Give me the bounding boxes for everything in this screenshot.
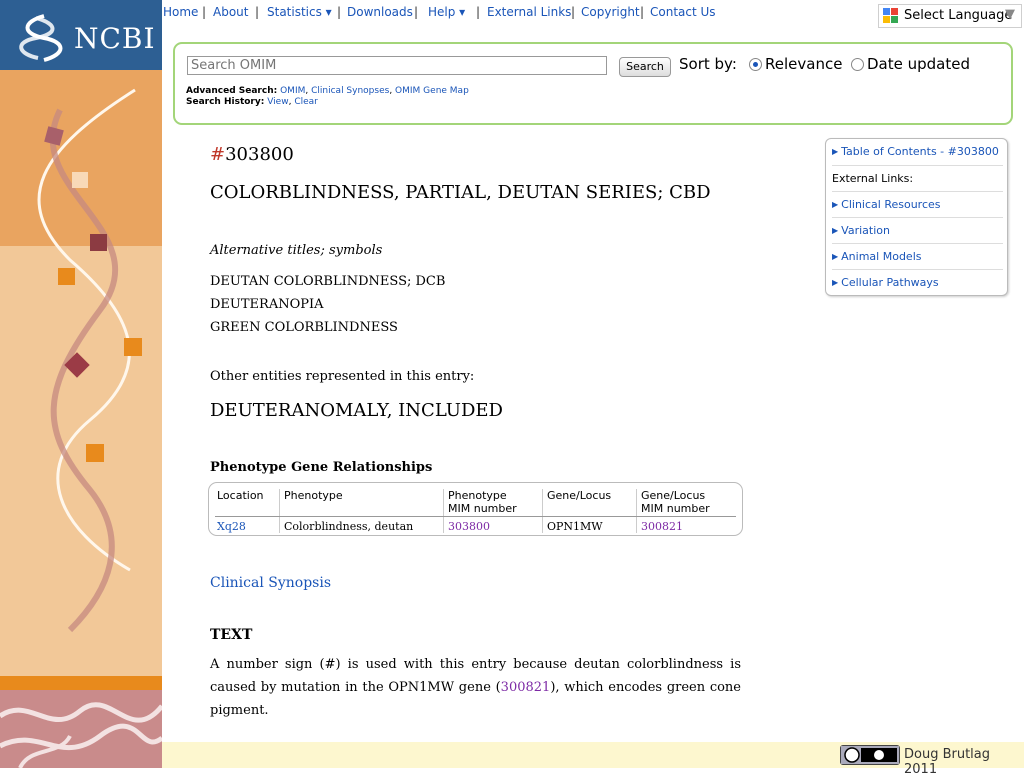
toc-table-of-contents[interactable]: ▶ Table of Contents - #303800 <box>832 139 1003 165</box>
patterned-footer-art <box>0 676 162 768</box>
ncbi-logo[interactable]: NCBI <box>0 0 162 70</box>
slide-footer: Doug Brutlag 2011 <box>162 742 1024 777</box>
text-section-heading: TEXT <box>210 627 253 643</box>
sort-by-label: Sort by: <box>679 55 737 73</box>
column-divider <box>636 489 637 533</box>
toc-external-links-label: External Links: <box>832 165 1003 192</box>
creative-commons-icon <box>840 745 900 765</box>
included-entity: DEUTERANOMALY, INCLUDED <box>210 400 503 421</box>
triangle-right-icon: ▶ <box>832 278 839 287</box>
history-clear-link[interactable]: Clear <box>294 97 318 107</box>
column-header: Location <box>217 489 264 502</box>
toc-variation[interactable]: ▶ Variation <box>832 217 1003 244</box>
text-section-body: A number sign (#) is used with this entr… <box>210 653 741 722</box>
search-input[interactable] <box>187 56 607 75</box>
column-header: Gene/Locus <box>547 489 612 502</box>
other-entities-heading: Other entities represented in this entry… <box>210 369 475 384</box>
dropdown-arrow-icon: ▼ <box>1005 7 1015 22</box>
advanced-gene-map-link[interactable]: OMIM Gene Map <box>395 86 469 96</box>
header-rule <box>215 516 736 517</box>
sort-date-updated-radio[interactable] <box>851 58 864 71</box>
search-button[interactable]: Search <box>619 57 671 77</box>
dna-strand-illustration <box>0 70 162 633</box>
nav-separator: | <box>476 5 481 19</box>
advanced-clinical-synopses-link[interactable]: Clinical Synopses <box>311 86 389 96</box>
toc-animal-models[interactable]: ▶ Animal Models <box>832 243 1003 270</box>
column-divider <box>542 489 543 533</box>
mim-number-value: 303800 <box>225 144 294 165</box>
nav-separator: | <box>337 5 342 19</box>
nav-separator: | <box>255 5 260 19</box>
sort-relevance-radio[interactable] <box>749 58 762 71</box>
logo-text: NCBI <box>74 22 156 55</box>
triangle-right-icon: ▶ <box>832 252 839 261</box>
nav-separator: | <box>202 5 207 19</box>
location-link[interactable]: Xq28 <box>217 520 246 533</box>
alternative-title: GREEN COLORBLINDNESS <box>210 320 398 335</box>
alternative-titles-heading: Alternative titles; symbols <box>210 243 383 258</box>
cc-badge-icon <box>841 746 899 764</box>
nav-about[interactable]: About <box>213 5 248 19</box>
advanced-omim-link[interactable]: OMIM <box>280 86 305 96</box>
column-divider <box>279 489 280 533</box>
nav-separator: | <box>640 5 645 19</box>
alternative-title: DEUTERANOPIA <box>210 297 324 312</box>
clinical-synopsis-link[interactable]: Clinical Synopsis <box>210 575 331 591</box>
alternative-titles-list: DEUTAN COLORBLINDNESS; DCB DEUTERANOPIA … <box>210 270 445 339</box>
google-translate-icon <box>883 8 898 23</box>
nav-separator: | <box>414 5 419 19</box>
triangle-right-icon: ▶ <box>832 147 839 156</box>
gene-mim-link[interactable]: 300821 <box>641 520 683 533</box>
number-sign: # <box>210 144 226 165</box>
column-header: Phenotype <box>284 489 343 502</box>
select-language-widget[interactable]: Select Language ▼ <box>878 4 1022 28</box>
nav-statistics[interactable]: Statistics ▾ <box>267 5 332 19</box>
gene-locus-cell: OPN1MW <box>547 520 603 533</box>
triangle-right-icon: ▶ <box>832 200 839 209</box>
nav-copyright[interactable]: Copyright <box>581 5 640 19</box>
nav-help[interactable]: Help ▾ <box>428 5 465 19</box>
toc-clinical-resources[interactable]: ▶ Clinical Resources <box>832 191 1003 218</box>
column-header: Gene/Locus MIM number <box>641 489 710 515</box>
mim-number: #303800 <box>210 144 294 165</box>
sort-date-updated-label[interactable]: Date updated <box>867 55 970 73</box>
table-of-contents-box: ▶ Table of Contents - #303800 External Li… <box>825 138 1008 296</box>
phenotype-cell: Colorblindness, deutan <box>284 520 414 533</box>
column-header: Phenotype MIM number <box>448 489 517 515</box>
phenotype-gene-table: Location Phenotype Phenotype MIM number G… <box>208 482 743 536</box>
nav-contact-us[interactable]: Contact Us <box>650 5 716 19</box>
entry-title: COLORBLINDNESS, PARTIAL, DEUTAN SERIES; … <box>210 182 711 203</box>
triangle-right-icon: ▶ <box>832 226 839 235</box>
nav-home[interactable]: Home <box>163 5 198 19</box>
history-view-link[interactable]: View <box>267 97 288 107</box>
select-language-label: Select Language <box>904 8 1013 23</box>
phenotype-mim-link[interactable]: 303800 <box>448 520 490 533</box>
gene-mim-inline-link[interactable]: 300821 <box>501 680 551 695</box>
advanced-search-block: Advanced Search: OMIM, Clinical Synopses… <box>186 86 469 107</box>
nav-separator: | <box>571 5 576 19</box>
helix-logo-icon <box>19 14 63 62</box>
search-panel: Search Sort by: Relevance Date updated A… <box>173 42 1013 125</box>
search-history-label: Search History: <box>186 97 265 107</box>
alternative-title: DEUTAN COLORBLINDNESS; DCB <box>210 274 446 289</box>
advanced-search-label: Advanced Search: <box>186 86 278 96</box>
sort-relevance-label[interactable]: Relevance <box>765 55 842 73</box>
footer-credit: Doug Brutlag 2011 <box>904 747 991 777</box>
nav-downloads[interactable]: Downloads <box>347 5 413 19</box>
nav-external-links[interactable]: External Links <box>487 5 571 19</box>
toc-cellular-pathways[interactable]: ▶ Cellular Pathways <box>832 269 1003 296</box>
column-divider <box>443 489 444 533</box>
decorative-sidebar: NCBI <box>0 0 162 768</box>
phenotype-gene-heading: Phenotype Gene Relationships <box>210 460 433 475</box>
